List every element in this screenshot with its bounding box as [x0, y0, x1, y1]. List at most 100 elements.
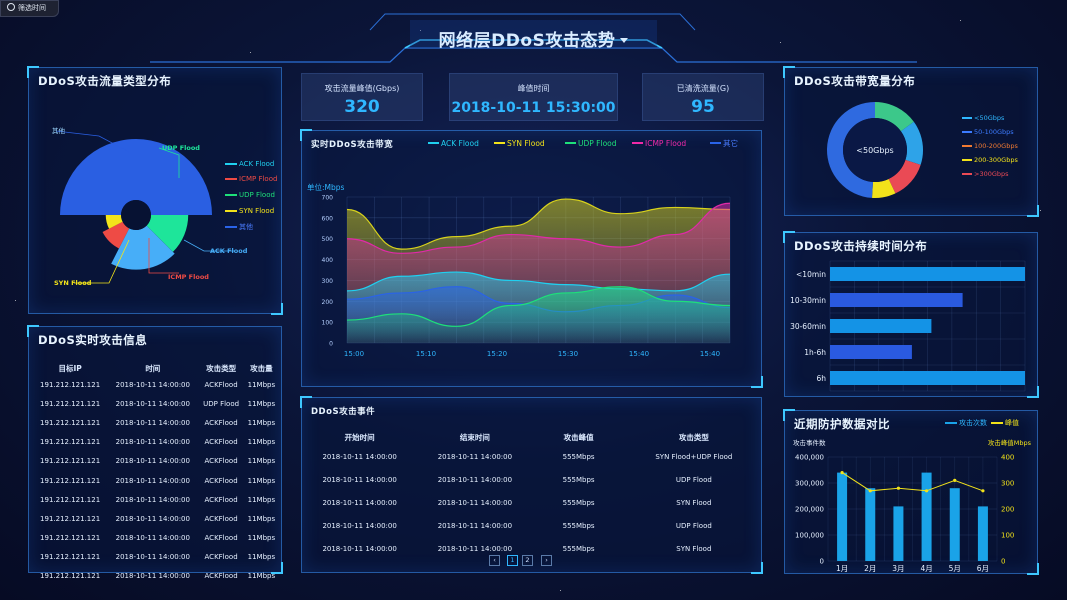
legend-udp[interactable]: UDP Flood [578, 139, 617, 148]
slice-label-icmp: ICMP Flood [168, 273, 209, 281]
legend-icmp[interactable]: ICMP Flood [239, 175, 277, 183]
slice-label-ack: ACK Flood [210, 247, 248, 255]
table-header-row: 目标IP 时间 攻击类型 攻击量 [33, 361, 279, 375]
table-cell: 2018-10-11 14:00:00 [322, 498, 397, 507]
legend-50-100[interactable]: 50-100Gbps [974, 128, 1014, 136]
table-cell: ACKFlood [204, 476, 238, 485]
table-cell: 2018-10-11 14:00:00 [115, 380, 190, 389]
table-cell: 11Mbps [247, 457, 276, 466]
duration-bar-3[interactable] [830, 345, 912, 359]
table-cell: 2018-10-11 14:00:00 [322, 452, 397, 461]
table-cell: ACKFlood [204, 534, 238, 543]
peak-point-4[interactable] [953, 478, 957, 482]
legend-gt300[interactable]: >300Gbps [974, 170, 1009, 178]
y-tick-label: 0 [329, 341, 333, 348]
column-header: 目标IP [58, 363, 82, 373]
table-cell: ACKFlood [204, 380, 238, 389]
table-row[interactable]: 2018-10-11 14:00:00 2018-10-11 14:00:00 55… [302, 491, 763, 514]
panel-title: DDoS攻击事件 [311, 407, 376, 417]
table-row[interactable]: 191.212.121.121 2018-10-11 14:00:00 ACKFlo… [33, 509, 279, 528]
table-row[interactable]: 191.212.121.121 2018-10-11 14:00:00 UDP Fl… [33, 394, 279, 413]
category-label: 6h [816, 374, 826, 383]
table-cell: 191.212.121.121 [40, 572, 101, 581]
table-cell: 191.212.121.121 [40, 399, 101, 408]
table-cell: 555Mbps [562, 521, 595, 530]
table-cell: 11Mbps [247, 418, 276, 427]
panel-title: DDoS实时攻击信息 [38, 333, 148, 347]
duration-chart: <10min 10-30min 30-60min 1h-6h 6h [790, 260, 1026, 392]
table-row[interactable]: 191.212.121.121 2018-10-11 14:00:00 ACKFlo… [33, 375, 279, 394]
table-cell: 11Mbps [247, 514, 276, 523]
y-right-tick: 400 [1001, 454, 1014, 462]
peak-point-1[interactable] [868, 489, 872, 493]
duration-bar-0[interactable] [830, 267, 1025, 281]
compare-bar-3[interactable] [921, 472, 932, 561]
legend-syn[interactable]: SYN Flood [239, 207, 274, 215]
table-cell: 191.212.121.121 [40, 457, 101, 466]
duration-bar-4[interactable] [830, 371, 1025, 385]
legend-ack[interactable]: ACK Flood [441, 139, 479, 148]
table-row[interactable]: 191.212.121.121 2018-10-11 14:00:00 ACKFlo… [33, 490, 279, 509]
table-row[interactable]: 191.212.121.121 2018-10-11 14:00:00 ACKFlo… [33, 452, 279, 471]
table-row[interactable]: 191.212.121.121 2018-10-11 14:00:00 ACKFlo… [33, 567, 279, 586]
table-cell: 555Mbps [562, 498, 595, 507]
table-row[interactable]: 191.212.121.121 2018-10-11 14:00:00 ACKFlo… [33, 471, 279, 490]
compare-bar-5[interactable] [977, 506, 988, 561]
legend-swatch [565, 142, 576, 144]
table-row[interactable]: 191.212.121.121 2018-10-11 14:00:00 ACKFlo… [33, 529, 279, 548]
column-header: 时间 [145, 363, 161, 373]
legend-other[interactable]: 其他 [239, 222, 253, 231]
legend-icmp[interactable]: ICMP Flood [645, 139, 686, 148]
category-label: <10min [796, 270, 826, 279]
table-cell: 2018-10-11 14:00:00 [322, 544, 397, 553]
column-header: 攻击类型 [206, 363, 237, 373]
y-tick-label: 400 [322, 257, 334, 264]
legend-swatch [991, 422, 1003, 424]
table-cell: 191.212.121.121 [40, 534, 101, 543]
pagination-next-button[interactable]: › [541, 555, 552, 566]
legend-attack-count[interactable]: 攻击次数 [959, 418, 987, 427]
table-cell: 11Mbps [247, 399, 276, 408]
legend-swatch [225, 163, 237, 165]
legend-syn[interactable]: SYN Flood [507, 139, 545, 148]
table-cell: 2018-10-11 14:00:00 [115, 495, 190, 504]
peak-point-0[interactable] [840, 471, 844, 475]
table-row[interactable]: 2018-10-11 14:00:00 2018-10-11 14:00:00 55… [302, 445, 763, 468]
legend-100-200[interactable]: 100-200Gbps [974, 142, 1018, 150]
legend-peak[interactable]: 峰值 [1005, 418, 1019, 427]
category-label: 10-30min [790, 296, 826, 305]
table-row[interactable]: 191.212.121.121 2018-10-11 14:00:00 ACKFlo… [33, 413, 279, 432]
right-axis-title: 攻击峰值Mbps [988, 438, 1032, 447]
table-cell: 2018-10-11 14:00:00 [115, 572, 190, 581]
peak-point-5[interactable] [981, 489, 985, 493]
legend-ack[interactable]: ACK Flood [239, 160, 274, 168]
legend-200-300[interactable]: 200-300Gbps [974, 156, 1018, 164]
caret-down-icon[interactable] [620, 38, 629, 43]
peak-point-3[interactable] [924, 489, 929, 493]
table-cell: 191.212.121.121 [40, 495, 101, 504]
table-row[interactable]: 191.212.121.121 2018-10-11 14:00:00 ACKFlo… [33, 433, 279, 452]
category-label: 1h-6h [804, 348, 826, 357]
peak-point-2[interactable] [896, 486, 901, 490]
compare-bar-1[interactable] [865, 488, 876, 561]
duration-bar-2[interactable] [830, 319, 932, 333]
legend-udp[interactable]: UDP Flood [239, 191, 275, 199]
table-cell: 2018-10-11 14:00:00 [115, 438, 190, 447]
table-cell: UDP Flood [675, 521, 712, 530]
table-cell: 2018-10-11 14:00:00 [115, 476, 190, 485]
compare-bar-2[interactable] [893, 506, 904, 561]
pagination-page-1[interactable]: 1 [507, 555, 518, 566]
table-cell: 2018-10-11 14:00:00 [437, 452, 513, 461]
page-title[interactable]: 网络层DDoS攻击态势 [410, 26, 657, 51]
compare-bar-4[interactable] [949, 488, 960, 561]
legend-lt50[interactable]: <50Gbps [974, 114, 1005, 122]
table-row[interactable]: 2018-10-11 14:00:00 2018-10-11 14:00:00 55… [302, 514, 763, 537]
compare-bar-0[interactable] [837, 472, 848, 561]
pagination-prev-button[interactable]: ‹ [489, 555, 500, 566]
table-row[interactable]: 191.212.121.121 2018-10-11 14:00:00 ACKFlo… [33, 548, 279, 567]
table-row[interactable]: 2018-10-11 14:00:00 2018-10-11 14:00:00 55… [302, 468, 763, 491]
duration-bar-1[interactable] [830, 293, 963, 307]
legend-other[interactable]: 其它 [723, 138, 738, 148]
pagination-page-2[interactable]: 2 [522, 555, 533, 566]
events-panel: DDoS攻击事件 开始时间 结束时间 攻击峰值 攻击类型 2018-10-11 … [300, 396, 763, 574]
